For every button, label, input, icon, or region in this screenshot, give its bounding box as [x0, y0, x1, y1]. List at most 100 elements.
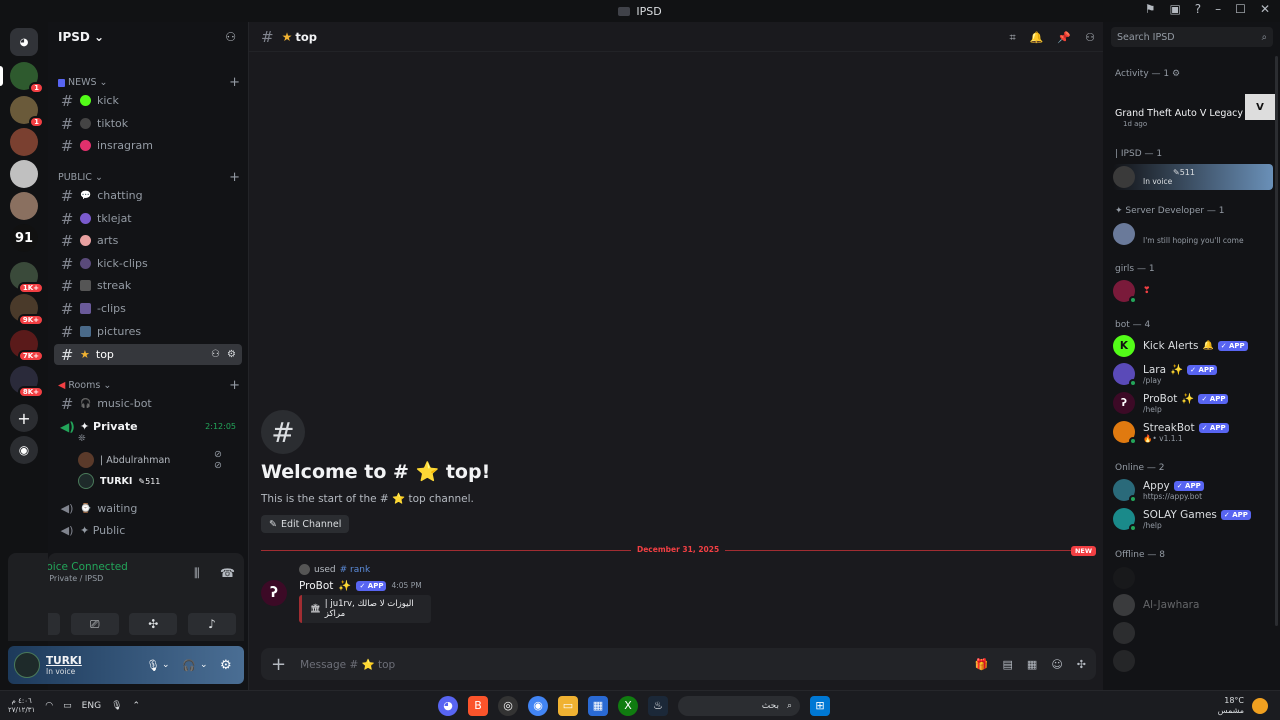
channel-tklejat[interactable]: # tklejat [54, 208, 242, 229]
channel-chatting[interactable]: # 💬 chatting [54, 185, 242, 206]
message-composer[interactable]: + Message # ⭐ top 🎁 ▤ ▦ ☺ ✣ [261, 648, 1096, 680]
server-icon[interactable]: 9K+ [10, 294, 44, 326]
member-item[interactable] [1113, 650, 1273, 672]
explore-button[interactable]: ◉ [10, 436, 38, 464]
minimize-button[interactable]: – [1215, 2, 1221, 16]
chevron-down-icon[interactable]: ⌄ [162, 660, 170, 670]
scrollbar[interactable] [1275, 56, 1278, 626]
emoji-icon[interactable]: ☺ [1051, 658, 1062, 671]
server-icon[interactable]: 7K+ [10, 330, 44, 362]
bot-avatar[interactable]: ʔ [261, 580, 287, 606]
voice-user[interactable]: | Abdulrahman ⊘ ⊘ [78, 449, 222, 471]
gear-icon[interactable]: ⚙ [220, 658, 232, 673]
chevron-down-icon[interactable]: ⌄ [200, 660, 208, 670]
message-input[interactable]: Message # ⭐ top [300, 658, 961, 671]
member-item-solay[interactable]: SOLAY Games ✓ APP /help [1113, 508, 1273, 532]
taskbar-weather[interactable]: 18°C مشمس [1218, 696, 1268, 716]
xbox-app-icon[interactable]: X [618, 695, 638, 716]
member-item[interactable] [1113, 622, 1273, 644]
wifi-icon[interactable]: ◠ [45, 701, 53, 711]
file-explorer-icon[interactable]: ▭ [558, 695, 578, 716]
create-channel-icon[interactable]: + [229, 378, 240, 393]
microphone-icon[interactable]: 🎙 [111, 701, 122, 711]
threads-icon[interactable]: ⌗ [1010, 31, 1016, 45]
server-icon[interactable] [10, 160, 38, 188]
noise-suppression-icon[interactable]: ⫼ [194, 566, 200, 581]
voice-user[interactable]: TURKI ✎511 [78, 473, 160, 489]
gear-icon[interactable]: ⚙ [227, 349, 236, 360]
author-name[interactable]: ProBot [299, 580, 333, 592]
member-item[interactable]: ✎511 In voice [1113, 164, 1273, 190]
username[interactable]: TURKI [46, 655, 82, 667]
headset-icon[interactable]: 🎧 [182, 659, 196, 672]
battery-icon[interactable]: ▭ [63, 701, 72, 711]
voice-channel-public[interactable]: ◀) ✦ Public [54, 520, 242, 541]
add-server-button[interactable]: + [10, 404, 38, 432]
apps-icon[interactable]: ✣ [1077, 658, 1086, 671]
channel-tiktok[interactable]: # tiktok [54, 113, 242, 134]
channel-top[interactable]: # ★ top ⚇ ⚙ [54, 344, 242, 365]
voice-location[interactable]: ✦ Private / IPSD [40, 574, 103, 583]
close-button[interactable]: ✕ [1260, 2, 1270, 16]
server-icon[interactable]: 1 [10, 62, 44, 94]
create-channel-icon[interactable]: + [229, 170, 240, 185]
help-icon[interactable]: ? [1195, 2, 1201, 16]
chrome-app-icon[interactable]: ◉ [528, 695, 548, 716]
command-reply[interactable]: used # rank [299, 564, 370, 575]
member-item-kick-alerts[interactable]: K Kick Alerts 🔔 ✓ APP [1113, 335, 1273, 357]
category-news[interactable]: NEWS ⌄ + [58, 75, 240, 90]
invite-icon[interactable]: ⚇ [225, 30, 236, 44]
activities-button[interactable]: ✣ [129, 613, 178, 635]
member-item[interactable]: Al-Jawhara [1113, 594, 1273, 616]
member-item-appy[interactable]: Appy ✓ APP https://appy.bot [1113, 479, 1273, 503]
server-icon[interactable] [10, 192, 38, 220]
discord-app-icon[interactable]: ◕ [438, 695, 458, 716]
screen-share-button[interactable]: ⎚ [70, 613, 119, 635]
voice-status[interactable]: Voice Connected [40, 561, 128, 573]
member-item[interactable] [1113, 567, 1273, 589]
channel-kick[interactable]: # kick [54, 90, 242, 111]
category-rooms[interactable]: ◀ Rooms ⌄ + [58, 378, 240, 393]
search-input[interactable]: Search IPSD ⌕ [1111, 27, 1273, 47]
windows-start-icon[interactable]: ⊞ [810, 695, 830, 716]
steam-app-icon[interactable]: ♨ [648, 695, 668, 716]
member-item[interactable]: I'm still hoping you'll come [1113, 223, 1273, 245]
server-icon[interactable]: 1 [10, 96, 44, 128]
command-link[interactable]: # rank [340, 565, 371, 575]
inbox-icon[interactable]: ▣ [1169, 2, 1180, 16]
maximize-button[interactable]: ☐ [1235, 2, 1246, 16]
invite-icon[interactable]: ⚇ [211, 349, 220, 360]
member-item-streakbot[interactable]: StreakBot ✓ APP 🔥• v1.1.1 [1113, 421, 1273, 445]
member-item[interactable]: ❣ [1113, 280, 1273, 304]
activity-card[interactable]: Grand Theft Auto V Legacy 1d ago V [1111, 88, 1275, 130]
channel-kick-clips[interactable]: # kick-clips [54, 253, 242, 274]
avatar[interactable] [14, 652, 40, 678]
lang-indicator[interactable]: ENG [82, 701, 101, 711]
channel-clips[interactable]: # -clips [54, 298, 242, 319]
server-icon[interactable] [10, 128, 38, 156]
gift-icon[interactable]: 🎁 [975, 658, 989, 671]
taskbar-search[interactable]: بحث ⌕ [678, 695, 800, 716]
server-icon-91[interactable]: 91 [10, 224, 38, 252]
gif-icon[interactable]: ▤ [1003, 658, 1013, 671]
edit-channel-button[interactable]: ✎ Edit Channel [261, 515, 350, 533]
flag-icon[interactable]: ⚑ [1145, 2, 1156, 16]
server-icon[interactable]: 8K+ [10, 366, 44, 398]
obs-app-icon[interactable]: ◎ [498, 695, 518, 716]
store-app-icon[interactable]: ▦ [588, 695, 608, 716]
member-item-lara[interactable]: Lara ✨ ✓ APP /play [1113, 363, 1273, 387]
home-button[interactable]: ◕ [10, 28, 38, 56]
chevron-up-icon[interactable]: ⌃ [133, 701, 141, 711]
brave-app-icon[interactable]: B [468, 695, 488, 716]
guild-header[interactable]: IPSD ⌄ ⚇ [48, 22, 248, 52]
create-channel-icon[interactable]: + [229, 75, 240, 90]
channel-insragram[interactable]: # insragram [54, 135, 242, 156]
server-icon[interactable]: 1K+ [10, 262, 44, 294]
microphone-icon[interactable]: 🎙 [146, 659, 160, 672]
channel-arts[interactable]: # arts [54, 230, 242, 251]
channel-streak[interactable]: # streak [54, 275, 242, 296]
category-public[interactable]: PUBLIC ⌄ + [58, 170, 240, 185]
voice-channel-waiting[interactable]: ◀) ⌚ waiting [54, 498, 242, 519]
member-list-icon[interactable]: ⚇ [1085, 31, 1095, 45]
plus-icon[interactable]: + [271, 654, 286, 675]
